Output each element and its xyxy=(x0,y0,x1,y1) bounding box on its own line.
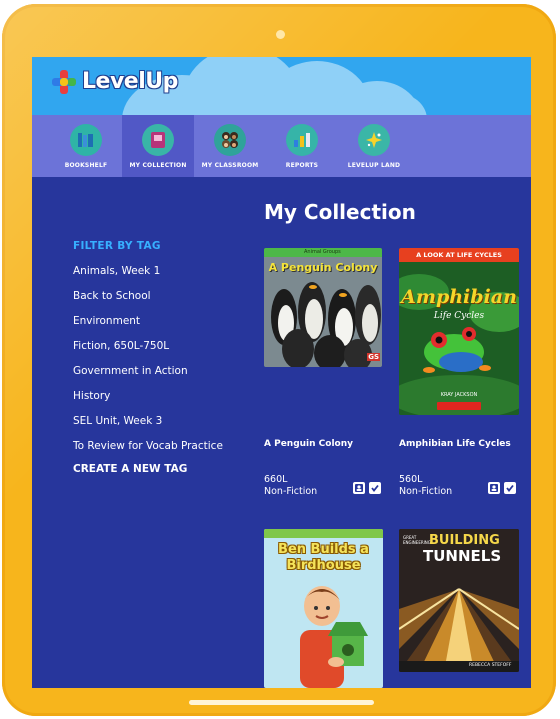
assign-student-icon[interactable] xyxy=(488,482,500,494)
cover-series-label: Animal Groups xyxy=(304,249,341,255)
logo-mark-icon xyxy=(52,69,76,94)
levelup-logo[interactable]: LevelUp xyxy=(52,69,178,94)
cover-banner-text: A LOOK AT LIFE CYCLES xyxy=(416,251,502,259)
nav-item-bookshelf[interactable]: BOOKSHELF xyxy=(50,115,122,177)
tag-item[interactable]: Back to School xyxy=(73,290,151,302)
book-cover-penguin-colony[interactable]: Animal Groups A Penguin Colony GS xyxy=(264,248,382,367)
cover-author: REBECCA STEFOFF xyxy=(469,663,512,668)
nav-item-reports[interactable]: REPORTS xyxy=(266,115,338,177)
cover-title: Amphibian xyxy=(401,286,517,308)
logo-text: LevelUp xyxy=(82,69,178,94)
nav-label: REPORTS xyxy=(285,162,319,169)
nav-label: MY CLASSROOM xyxy=(201,162,259,169)
app-header: LevelUp xyxy=(32,57,531,115)
camera-dot xyxy=(276,30,285,39)
classroom-icon xyxy=(214,124,246,156)
book-genre: Non-Fiction xyxy=(399,486,453,497)
book-lexile-level: 660L xyxy=(264,474,288,485)
checkmark-icon[interactable] xyxy=(504,482,516,494)
cover-title-line-2: TUNNELS xyxy=(423,547,502,565)
nav-item-my-classroom[interactable]: MY CLASSROOM xyxy=(194,115,266,177)
nav-label: MY COLLECTION xyxy=(129,162,187,169)
nav-label: BOOKSHELF xyxy=(64,162,108,169)
assign-student-icon[interactable] xyxy=(353,482,365,494)
nav-label: LEVELUP LAND xyxy=(347,162,401,169)
book-meta: 560L Non-Fiction xyxy=(399,474,452,498)
book-meta: 660L Non-Fiction xyxy=(264,474,317,498)
cover-series-bar: Animal Groups xyxy=(264,248,382,257)
levelup-land-icon xyxy=(358,124,390,156)
nav-item-my-collection[interactable]: MY COLLECTION xyxy=(122,115,194,177)
book-cover-ben-builds-a-birdhouse[interactable]: Ben Builds a Birdhouse xyxy=(264,529,383,688)
nav-item-levelup-land[interactable]: LEVELUP LAND xyxy=(338,115,410,177)
tag-item[interactable]: Environment xyxy=(73,315,140,327)
book-cover-amphibian-life-cycles[interactable]: A LOOK AT LIFE CYCLES Amphibian Life Cyc… xyxy=(399,248,519,415)
main-nav: BOOKSHELF MY COLLECTION MY CLASSROOM REP… xyxy=(32,115,531,177)
tag-item[interactable]: Animals, Week 1 xyxy=(73,265,160,277)
cover-title-line-1: BUILDING xyxy=(429,533,500,548)
book-title[interactable]: Amphibian Life Cycles xyxy=(399,439,511,449)
checkmark-icon[interactable] xyxy=(369,482,381,494)
publisher-logo: GS xyxy=(367,353,380,361)
create-new-tag-button[interactable]: CREATE A NEW TAG xyxy=(73,463,187,475)
cover-author: KRAY JACKSON xyxy=(440,392,478,398)
tag-item[interactable]: History xyxy=(73,390,110,402)
cover-title: A Penguin Colony xyxy=(268,261,378,274)
home-indicator[interactable] xyxy=(189,700,374,705)
tag-item[interactable]: Fiction, 650L-750L xyxy=(73,340,169,352)
cover-banner: A LOOK AT LIFE CYCLES xyxy=(399,248,519,262)
filter-by-tag-heading: FILTER BY TAG xyxy=(73,240,161,252)
cover-series: GREAT ENGINEERING xyxy=(403,535,431,545)
tag-item[interactable]: To Review for Vocab Practice xyxy=(73,440,223,452)
cover-title: Ben Builds a Birdhouse xyxy=(278,542,369,573)
book-title[interactable]: A Penguin Colony xyxy=(264,439,353,449)
book-genre: Non-Fiction xyxy=(264,486,318,497)
app-screen: LevelUp BOOKSHELF MY COLLECTION MY CLASS… xyxy=(32,57,531,688)
cover-top-bar xyxy=(264,529,383,538)
book-cover-building-tunnels[interactable]: GREAT ENGINEERING BUILDING TUNNELS REBEC… xyxy=(399,529,519,672)
book-lexile-level: 560L xyxy=(399,474,423,485)
publisher-logo xyxy=(437,402,481,410)
page-title: My Collection xyxy=(264,200,416,224)
reports-icon xyxy=(286,124,318,156)
cover-subtitle: Life Cycles xyxy=(433,311,485,321)
boy-illustration xyxy=(300,586,368,688)
collection-icon xyxy=(142,124,174,156)
bookshelf-icon xyxy=(70,124,102,156)
tag-item[interactable]: Government in Action xyxy=(73,365,188,377)
tag-item[interactable]: SEL Unit, Week 3 xyxy=(73,415,162,427)
